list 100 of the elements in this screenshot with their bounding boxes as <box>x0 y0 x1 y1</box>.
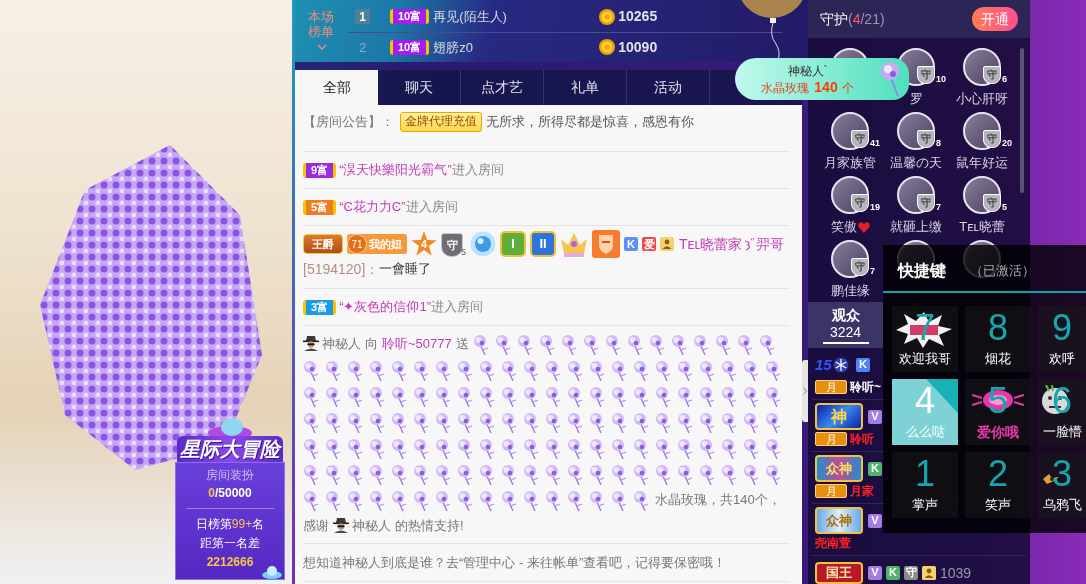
user-name[interactable]: “Ͼ花力力Ͼ” <box>339 197 406 217</box>
receiver-name[interactable]: 聆听~50777 <box>382 336 452 351</box>
coin-icon <box>599 8 616 25</box>
guard-name[interactable]: 温馨の天 <box>890 153 942 173</box>
audience-name[interactable]: 聆听 <box>850 430 874 448</box>
audience-name[interactable]: 聆听~ <box>850 378 881 396</box>
guard-name[interactable]: 就砸上缴 <box>890 217 942 237</box>
collapse-handle[interactable] <box>802 360 808 422</box>
rose-icon <box>303 386 319 407</box>
wealth-badge: 9富 <box>303 162 337 178</box>
rose-icon <box>648 334 665 355</box>
spy-icon <box>303 335 319 351</box>
rose-icon <box>501 490 517 511</box>
event-logo[interactable]: 星际大冒险 <box>177 436 283 462</box>
rose-icon <box>347 360 363 381</box>
rose-icon <box>523 438 539 459</box>
rose-icon <box>457 412 473 433</box>
rose-icon <box>611 490 627 511</box>
guard-name[interactable]: 鹏佳缘 <box>830 281 870 301</box>
medal-badge: I <box>500 231 526 257</box>
rose-icon <box>677 412 693 433</box>
user-name[interactable]: “淏天快樂阳光霸气” <box>339 160 452 180</box>
noble-badge: 众神 <box>815 455 863 482</box>
rose-icon <box>523 464 539 485</box>
gap-value: 2212666 <box>206 554 254 571</box>
scrollbar[interactable] <box>1020 48 1024 193</box>
guard-name[interactable]: Tᴇʟ晓蕾 <box>959 217 1005 237</box>
rose-icon <box>479 490 495 511</box>
rose-icon <box>611 360 627 381</box>
rose-icon <box>582 334 599 355</box>
shortcut-tile[interactable]: 1 掌声 <box>892 452 958 518</box>
rose-icon <box>303 438 319 459</box>
rose-icon <box>413 490 429 511</box>
audience-tab[interactable]: 观众 3224 <box>808 302 883 348</box>
audience-name[interactable]: 尧南萱 <box>815 534 851 552</box>
tab[interactable]: 全部 <box>295 70 378 105</box>
user-name[interactable]: 再见(陌生人) <box>433 7 600 27</box>
star-level-badge: 4 <box>411 231 437 257</box>
squiggle-icon <box>744 237 755 251</box>
shortcut-tile[interactable]: 3 乌鸦飞 <box>1038 452 1086 518</box>
rose-icon <box>435 360 451 381</box>
noble-badge: 众神 <box>815 507 863 534</box>
sender-name[interactable]: 神秘人 <box>322 336 361 351</box>
rose-icon <box>589 490 605 511</box>
rose-icon <box>721 412 737 433</box>
letter-badge: K <box>856 357 870 372</box>
guard-name[interactable]: 笑傲 <box>830 217 857 237</box>
thanks-text: 感谢 <box>303 517 329 535</box>
event-subtitle: 房间装扮 <box>206 467 254 484</box>
recharge-tag[interactable]: 金牌代理充值 <box>400 111 482 132</box>
rose-icon <box>670 334 687 355</box>
user-name[interactable]: “✦灰色的信仰1” <box>339 297 431 317</box>
user-name[interactable]: Tᴇʟ晓蕾家 <box>679 233 743 255</box>
user-name[interactable]: 羿哥 <box>756 233 785 255</box>
noble-badge: 神 <box>815 403 863 430</box>
noble-title-badge: 王爵 <box>303 234 343 254</box>
rose-icon <box>567 464 583 485</box>
rose-icon <box>567 412 583 433</box>
guard-count: (4/21) <box>848 9 885 29</box>
sender-name[interactable]: 神秘人 <box>352 518 391 533</box>
rose-icon <box>369 464 385 485</box>
rose-icon <box>501 412 517 433</box>
rose-icon <box>369 360 385 381</box>
rose-icon <box>611 438 627 459</box>
letter-badge: K <box>624 237 638 251</box>
rose-icon <box>655 386 671 407</box>
rose-icon <box>699 412 715 433</box>
rose-icon <box>567 386 583 407</box>
shortcut-tile[interactable]: 9 欢呼 <box>1038 306 1086 372</box>
rose-icon <box>633 464 649 485</box>
guard-name[interactable]: 小心肝呀 <box>956 89 1008 109</box>
rose-icon <box>545 490 561 511</box>
rose-icon <box>325 412 341 433</box>
coin-amount: 10090 <box>618 37 658 57</box>
rose-icon <box>714 334 731 355</box>
guard-badge: 守 5 <box>441 231 466 257</box>
shortcut-tile[interactable]: 8 烟花 <box>965 306 1031 372</box>
rose-icon <box>736 334 753 355</box>
rose-icon <box>516 334 533 355</box>
rose-icon <box>743 360 759 381</box>
rose-icon <box>611 464 627 485</box>
rose-icon <box>347 490 363 511</box>
event-panel[interactable]: 房间装扮 0/50000 日榜第99+名 距第一名差 2212666 <box>175 462 285 580</box>
rose-icon <box>457 438 473 459</box>
rose-icon <box>435 386 451 407</box>
rose-icon <box>479 438 495 459</box>
rose-icon <box>479 412 495 433</box>
shortcut-tile[interactable]: 2 笑声 <box>965 452 1031 518</box>
audience-name[interactable]: 月家 <box>850 482 874 500</box>
rose-icon <box>303 464 319 485</box>
user-name[interactable]: 翅膀z0 <box>433 37 600 57</box>
rose-icon <box>677 438 693 459</box>
rose-icon <box>743 464 759 485</box>
guard-name[interactable]: 月家族管 <box>824 153 876 173</box>
system-message: 想知道神秘人到底是谁？去“管理中心 - 来往帐单”查看吧，记得要保密哦！ <box>303 555 727 570</box>
rose-icon <box>413 412 429 433</box>
coin-icon <box>599 39 616 56</box>
guard-name[interactable]: 罗 <box>909 89 923 109</box>
rose-icon <box>721 438 737 459</box>
guard-name[interactable]: 鼠年好运 <box>956 153 1008 173</box>
